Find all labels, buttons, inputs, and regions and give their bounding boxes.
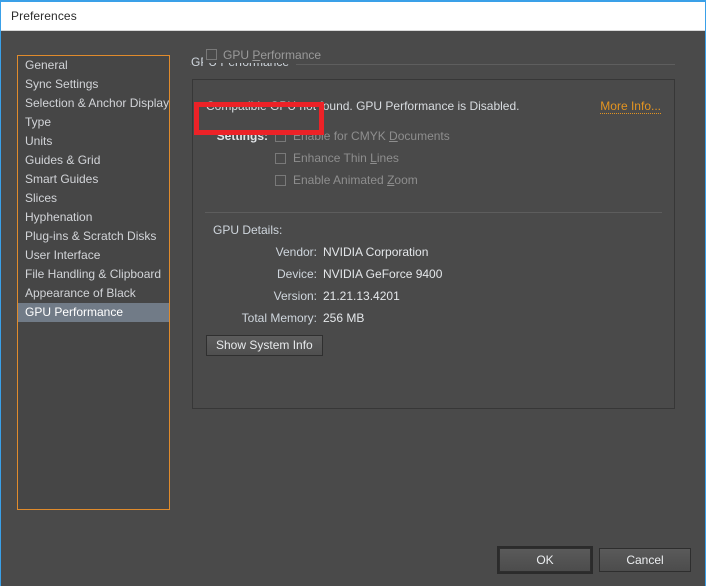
setting-row[interactable]: Settings: Enable for CMYK Documents bbox=[206, 125, 450, 147]
dialog-body: General Sync Settings Selection & Anchor D… bbox=[1, 32, 705, 586]
more-info-link[interactable]: More Info... bbox=[600, 99, 661, 114]
sidebar-item-selection-anchor-display[interactable]: Selection & Anchor Display bbox=[18, 94, 169, 113]
gpu-detail-value: NVIDIA Corporation bbox=[323, 245, 429, 259]
sidebar-item-user-interface[interactable]: User Interface bbox=[18, 246, 169, 265]
cancel-button[interactable]: Cancel bbox=[599, 548, 691, 572]
label-mnemonic: D bbox=[389, 129, 398, 143]
label-pre: Enable for CMYK bbox=[293, 129, 390, 143]
label-post: ocuments bbox=[397, 129, 450, 143]
gpu-status-message: Compatible GPU not found. GPU Performanc… bbox=[206, 99, 520, 113]
label-pre: Enable Animated bbox=[293, 173, 388, 187]
gpu-details-heading-row: GPU Details: bbox=[206, 223, 442, 245]
preferences-dialog: Preferences General Sync Settings Selectio… bbox=[0, 0, 706, 586]
gpu-detail-key: Version: bbox=[273, 289, 317, 303]
groupbox-content: Compatible GPU not found. GPU Performanc… bbox=[193, 80, 674, 408]
sidebar-item-slices[interactable]: Slices bbox=[18, 189, 169, 208]
gpu-performance-checkbox-row[interactable]: GPU Performance bbox=[203, 46, 327, 63]
sidebar-item-appearance-of-black[interactable]: Appearance of Black bbox=[18, 284, 169, 303]
gpu-detail-row: Vendor: NVIDIA Corporation bbox=[206, 245, 442, 267]
preferences-category-list[interactable]: General Sync Settings Selection & Anchor D… bbox=[17, 55, 170, 510]
gpu-detail-value: NVIDIA GeForce 9400 bbox=[323, 267, 443, 281]
checkbox-icon[interactable] bbox=[275, 130, 286, 142]
sidebar-item-general[interactable]: General bbox=[18, 56, 169, 75]
gpu-details-heading: GPU Details: bbox=[213, 223, 283, 237]
show-system-info-button[interactable]: Show System Info bbox=[206, 335, 323, 356]
setting-option-label: Enhance Thin Lines bbox=[293, 151, 399, 165]
sidebar-item-hyphenation[interactable]: Hyphenation bbox=[18, 208, 169, 227]
label-post: ines bbox=[376, 151, 399, 165]
sidebar-item-guides-grid[interactable]: Guides & Grid bbox=[18, 151, 169, 170]
gpu-settings-block: Settings: Enable for CMYK Documents. Enhan… bbox=[206, 125, 450, 191]
gpu-detail-key: Vendor: bbox=[275, 245, 317, 259]
gpu-detail-value: 21.21.13.4201 bbox=[323, 289, 400, 303]
gpu-detail-value: 256 MB bbox=[323, 311, 365, 325]
gpu-detail-row: Device: NVIDIA GeForce 9400 bbox=[206, 267, 442, 289]
gpu-performance-pane: GPU Performance Compatible GPU not found… bbox=[190, 46, 675, 409]
label-pre: GPU bbox=[223, 47, 253, 62]
label-post: erformance bbox=[260, 47, 322, 62]
setting-row[interactable]: . Enhance Thin Lines bbox=[206, 147, 450, 169]
label-pre: Enhance Thin bbox=[293, 151, 371, 165]
sidebar-item-gpu-performance[interactable]: GPU Performance bbox=[18, 303, 169, 322]
label-post: oom bbox=[394, 173, 418, 187]
gpu-performance-checkbox-label: GPU Performance bbox=[223, 48, 321, 62]
sidebar-item-units[interactable]: Units bbox=[18, 132, 169, 151]
gpu-detail-key: Total Memory: bbox=[241, 311, 317, 325]
setting-row[interactable]: . Enable Animated Zoom bbox=[206, 169, 450, 191]
gpu-detail-key: Device: bbox=[276, 267, 317, 281]
sidebar-item-type[interactable]: Type bbox=[18, 113, 169, 132]
settings-label-spacer: . bbox=[206, 151, 275, 165]
label-mnemonic: L bbox=[370, 151, 377, 165]
sidebar-item-sync-settings[interactable]: Sync Settings bbox=[18, 75, 169, 94]
setting-option-label: Enable for CMYK Documents bbox=[293, 129, 450, 143]
checkbox-icon[interactable] bbox=[275, 174, 286, 186]
setting-option-label: Enable Animated Zoom bbox=[293, 173, 418, 187]
checkbox-icon[interactable] bbox=[206, 49, 217, 60]
title-bar: Preferences bbox=[1, 2, 705, 31]
gpu-detail-row: Total Memory: 256 MB bbox=[206, 311, 442, 333]
gpu-performance-groupbox: Compatible GPU not found. GPU Performanc… bbox=[192, 79, 675, 409]
sidebar-item-file-handling-clipboard[interactable]: File Handling & Clipboard bbox=[18, 265, 169, 284]
gpu-status-row: Compatible GPU not found. GPU Performanc… bbox=[206, 99, 661, 114]
gpu-detail-row: Version: 21.21.13.4201 bbox=[206, 289, 442, 311]
sidebar-item-plug-ins-scratch-disks[interactable]: Plug-ins & Scratch Disks bbox=[18, 227, 169, 246]
settings-label-spacer: . bbox=[206, 173, 275, 187]
window-title: Preferences bbox=[11, 9, 77, 23]
gpu-details-block: GPU Details: Vendor: NVIDIA Corporation Dev… bbox=[206, 223, 442, 333]
sidebar-item-smart-guides[interactable]: Smart Guides bbox=[18, 170, 169, 189]
settings-label: Settings: bbox=[216, 129, 268, 143]
dialog-footer: OK Cancel bbox=[497, 546, 691, 574]
checkbox-icon[interactable] bbox=[275, 152, 286, 164]
ok-button[interactable]: OK bbox=[497, 546, 593, 574]
groupbox-divider bbox=[205, 212, 662, 213]
